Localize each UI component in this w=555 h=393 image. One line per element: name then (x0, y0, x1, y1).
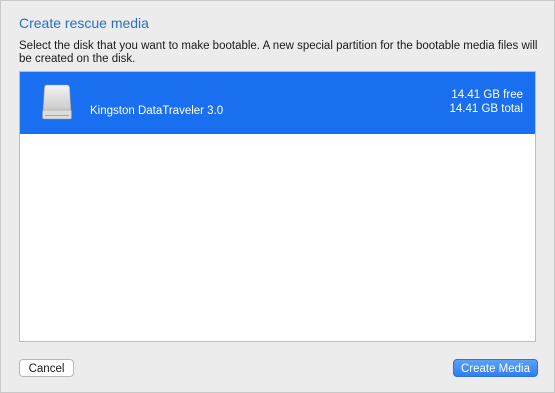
disk-name: Kingston DataTraveler 3.0 (90, 105, 224, 117)
create-rescue-media-dialog: Create rescue media Select the disk that… (0, 0, 555, 393)
create-media-button[interactable]: Create Media (453, 359, 538, 377)
external-drive-icon (42, 84, 72, 120)
disk-row-kingston[interactable]: Kingston DataTraveler 3.0 14.41 GB free … (20, 72, 535, 134)
cancel-button[interactable]: Cancel (19, 359, 74, 377)
dialog-title: Create rescue media (19, 15, 149, 31)
dialog-description: Select the disk that you want to make bo… (19, 40, 538, 65)
disk-list: Kingston DataTraveler 3.0 14.41 GB free … (19, 71, 536, 342)
disk-free-space: 14.41 GB free (451, 89, 523, 101)
disk-total-space: 14.41 GB total (449, 103, 523, 115)
